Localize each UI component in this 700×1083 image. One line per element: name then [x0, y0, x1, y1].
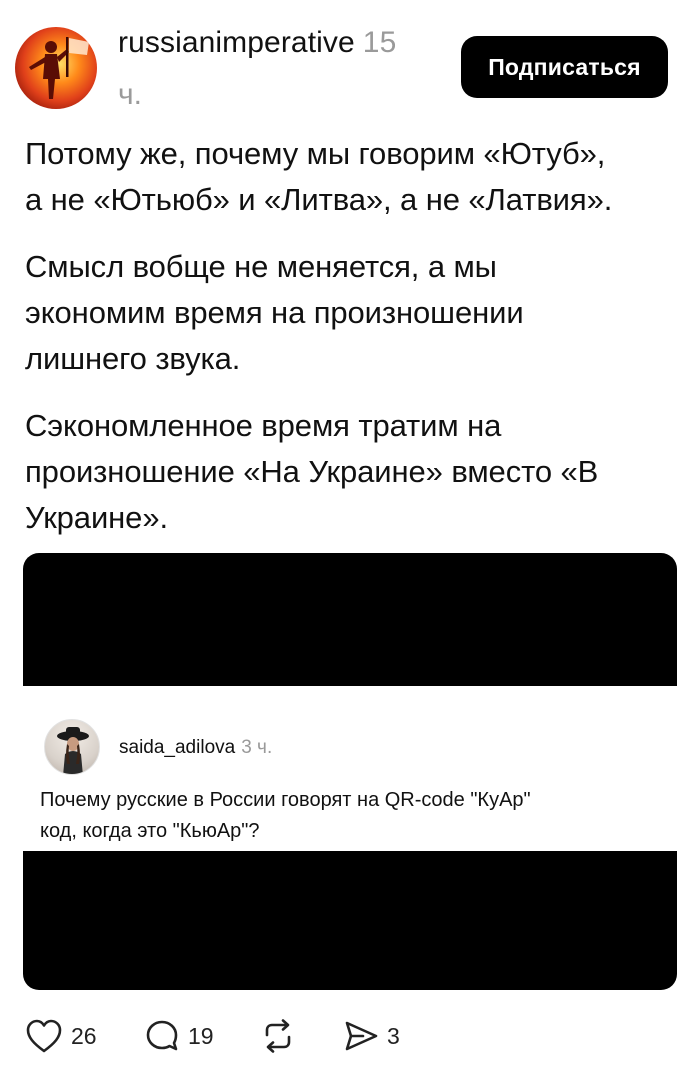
like-count: 26 — [71, 1022, 97, 1049]
text-line: Сэкономленное время тратим на — [25, 408, 502, 443]
threads-post: russianimperative 15 ч. Подписаться Потом… — [0, 0, 700, 1083]
share-send-icon — [345, 1021, 378, 1051]
comment-bubble-icon — [146, 1020, 178, 1051]
author-line: russianimperative 15 — [118, 24, 396, 62]
post-time-unit: ч. — [118, 78, 142, 111]
text-line: код, когда это "КьюАр"? — [40, 820, 260, 842]
embedded-post-card: saida_adilova 3 ч. Почему русские в Росси… — [23, 686, 677, 851]
post-paragraph-3: Сэкономленное время тратим на произношен… — [25, 403, 675, 541]
embedded-author-avatar — [44, 719, 100, 775]
avatar-figure-icon — [29, 37, 89, 99]
text-line: экономим время на произношении — [25, 295, 524, 330]
share-count: 3 — [387, 1022, 400, 1049]
post-paragraph-2: Смысл вобще не меняется, а мы экономим в… — [25, 244, 675, 382]
author-avatar[interactable] — [15, 27, 97, 109]
text-line: а не «Ютьюб» и «Литва», а не «Латвия». — [25, 182, 613, 217]
share-button[interactable]: 3 — [343, 1013, 400, 1059]
embedded-author-line: saida_adilova 3 ч. — [119, 736, 272, 760]
text-line: лишнего звука. — [25, 341, 241, 376]
embedded-post-text: Почему русские в России говорят на QR-co… — [40, 785, 660, 847]
text-line: Украине». — [25, 500, 168, 535]
text-line: Потому же, почему мы говорим «Ютуб», — [25, 136, 606, 171]
attached-image[interactable]: saida_adilova 3 ч. Почему русские в Росси… — [23, 553, 677, 990]
embedded-author-name: saida_adilova — [119, 737, 236, 758]
embedded-post-time: 3 ч. — [241, 737, 273, 758]
post-paragraph-1: Потому же, почему мы говорим «Ютуб», а н… — [25, 131, 675, 223]
person-with-hat-icon — [57, 727, 89, 774]
repost-icon — [265, 1019, 291, 1053]
text-line: Смысл вобще не меняется, а мы — [25, 249, 497, 284]
post-actions-bar: 26 19 3 — [0, 1013, 700, 1059]
post-time-hours: 15 — [362, 26, 397, 59]
comment-count: 19 — [188, 1022, 214, 1049]
like-button[interactable]: 26 — [25, 1013, 97, 1059]
repost-button[interactable] — [259, 1013, 297, 1059]
text-line: Почему русские в России говорят на QR-co… — [40, 789, 531, 811]
text-line: произношение «На Украине» вместо «В — [25, 454, 599, 489]
author-name[interactable]: russianimperative — [118, 26, 355, 59]
comment-button[interactable]: 19 — [144, 1013, 214, 1059]
heart-icon — [26, 1019, 62, 1053]
follow-button[interactable]: Подписаться — [461, 36, 668, 98]
